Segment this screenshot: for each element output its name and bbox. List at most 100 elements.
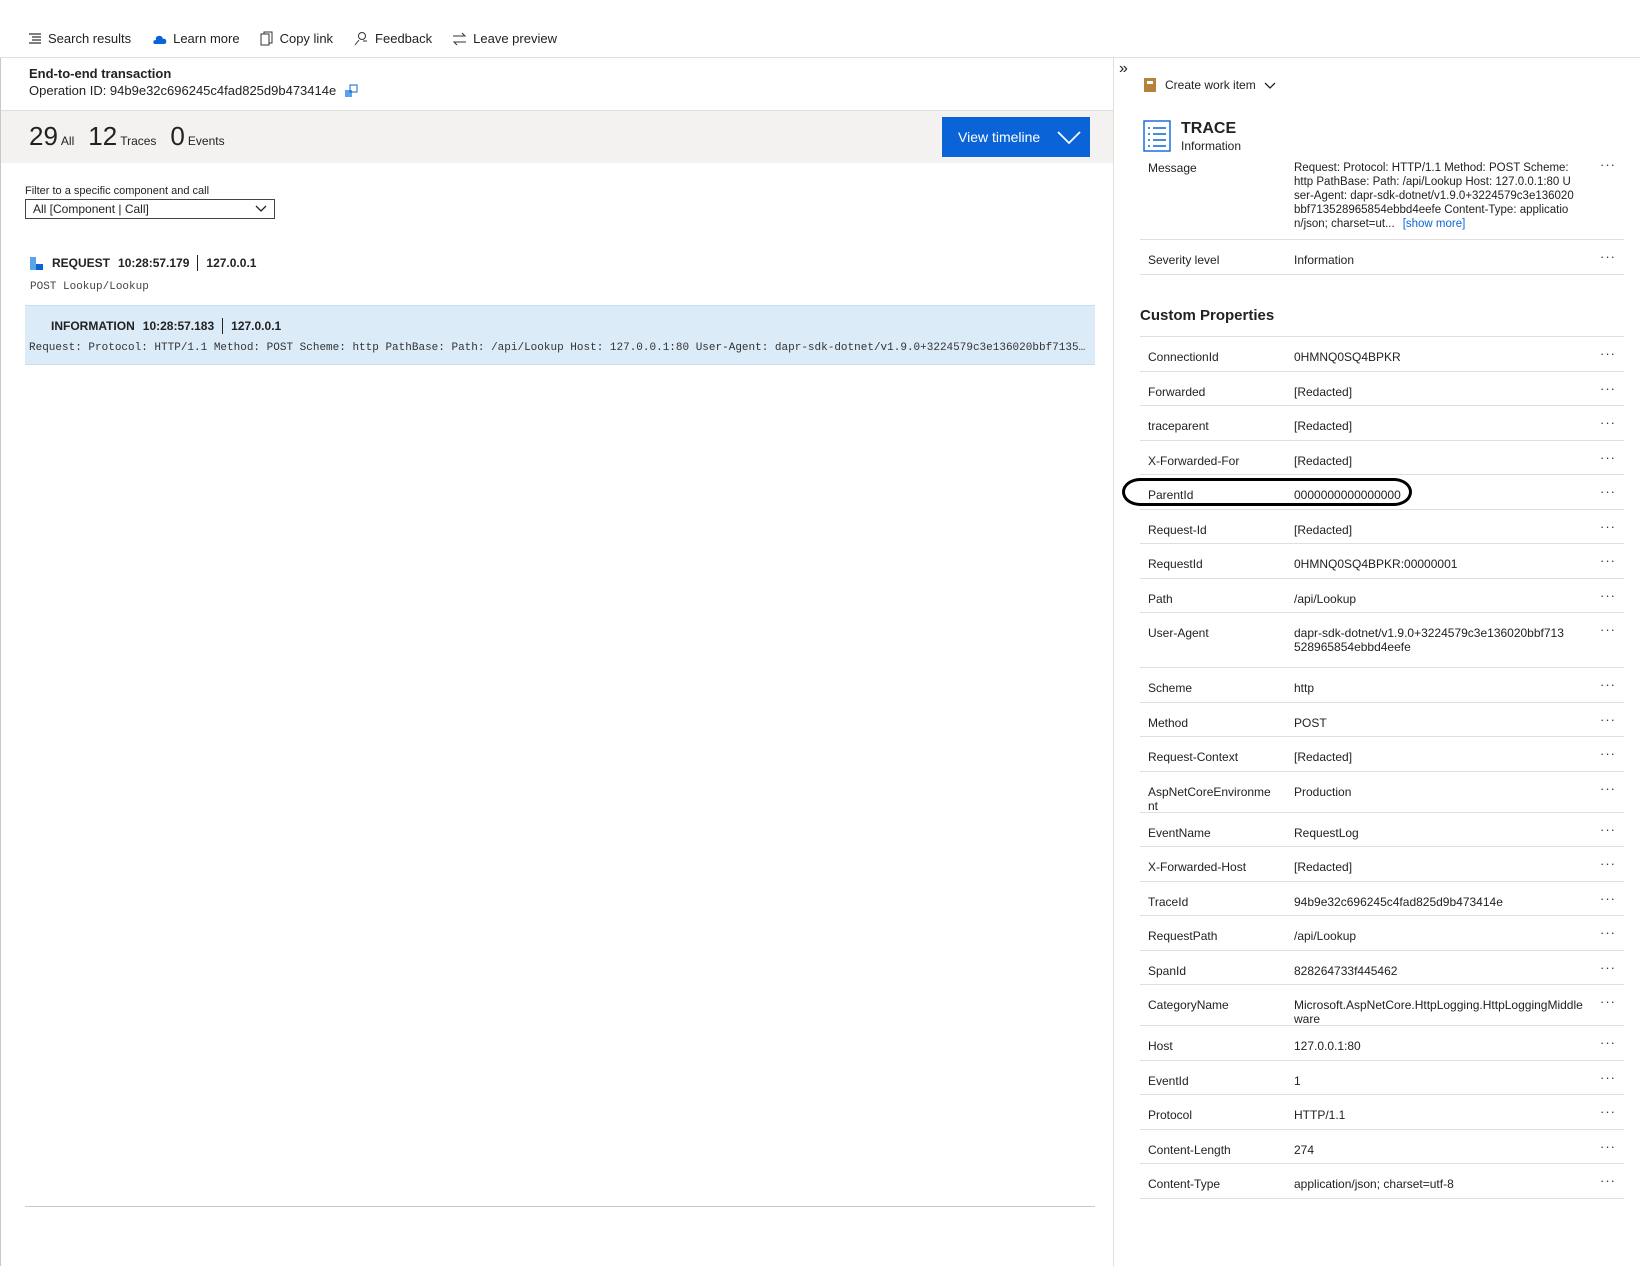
property-key: RequestId [1148, 557, 1203, 571]
property-value: RequestLog [1294, 825, 1359, 840]
command-bar: Search results Learn more Copy link Feed… [0, 0, 1640, 58]
property-key: Message [1148, 161, 1197, 175]
property-row: traceparent [Redacted] ··· [1140, 406, 1624, 441]
create-work-item-button[interactable]: Create work item [1143, 77, 1276, 93]
transaction-title: End-to-end transaction [29, 66, 172, 81]
show-more-link[interactable]: [show more] [1403, 218, 1466, 230]
chevron-down-icon [1264, 82, 1276, 89]
request-time: 10:28:57.179 [118, 256, 190, 270]
more-actions-button[interactable]: ··· [1600, 588, 1616, 603]
create-work-item-label: Create work item [1165, 78, 1256, 92]
request-ip: 127.0.0.1 [206, 256, 257, 270]
property-value: 0HMNQ0SQ4BPKR:00000001 [1294, 557, 1458, 571]
more-actions-button[interactable]: ··· [1600, 857, 1616, 871]
more-actions-button[interactable]: ··· [1600, 926, 1616, 940]
more-actions-button[interactable]: ··· [1600, 554, 1616, 568]
count-events[interactable]: 0 Events [170, 121, 224, 152]
more-actions-button[interactable]: ··· [1600, 995, 1616, 1009]
property-key: EventId [1148, 1073, 1189, 1088]
property-row: X-Forwarded-Host [Redacted] ··· [1140, 847, 1624, 882]
information-time: 10:28:57.183 [142, 319, 215, 333]
property-key: Content-Type [1148, 1177, 1221, 1191]
more-actions-button[interactable]: ··· [1600, 485, 1616, 499]
more-actions-button[interactable]: ··· [1600, 381, 1616, 396]
property-value: Production [1294, 784, 1352, 799]
property-row: Content-Type application/json; charset=ut… [1140, 1164, 1624, 1199]
property-key: Severity level [1148, 253, 1220, 267]
properties-list: Message Request: Protocol: HTTP/1.1 Meth… [1122, 158, 1624, 1199]
more-actions-button[interactable]: ··· [1600, 450, 1616, 465]
search-results-button[interactable]: Search results [28, 31, 131, 46]
more-actions-button[interactable]: ··· [1600, 781, 1616, 796]
property-value: POST [1294, 715, 1327, 730]
property-value: [Redacted] [1294, 419, 1353, 433]
property-key: traceparent [1148, 419, 1209, 433]
request-row[interactable]: REQUEST 10:28:57.179 127.0.0.1 [29, 255, 256, 271]
more-actions-button[interactable]: ··· [1600, 1139, 1616, 1154]
property-key: User-Agent [1148, 626, 1209, 640]
more-actions-button[interactable]: ··· [1600, 158, 1616, 172]
counts-bar: 29 All 12 Traces 0 Events View timeline [1, 111, 1113, 163]
property-row: ParentId 0000000000000000 ··· [1122, 475, 1624, 510]
copy-operation-id-icon[interactable] [344, 84, 360, 98]
more-actions-button[interactable]: ··· [1600, 1070, 1616, 1085]
property-row: EventName RequestLog ··· [1140, 813, 1624, 847]
more-actions-button[interactable]: ··· [1600, 347, 1616, 361]
property-row: Forwarded [Redacted] ··· [1140, 372, 1624, 406]
property-row-severity: Severity level Information ··· [1140, 240, 1624, 275]
count-all[interactable]: 29 All [29, 121, 74, 152]
more-actions-button[interactable]: ··· [1600, 250, 1616, 264]
information-row[interactable]: INFORMATION 10:28:57.183 127.0.0.1 Reque… [25, 305, 1095, 365]
more-actions-button[interactable]: ··· [1600, 678, 1616, 692]
request-type: REQUEST [52, 256, 111, 270]
property-key: AspNetCoreEnvironment [1148, 784, 1271, 813]
property-key: TraceId [1148, 894, 1189, 909]
view-timeline-label: View timeline [958, 129, 1041, 145]
property-key: Method [1148, 715, 1189, 730]
property-row: Protocol HTTP/1.1 ··· [1140, 1095, 1624, 1130]
more-actions-button[interactable]: ··· [1600, 747, 1616, 761]
chevron-down-icon [1057, 131, 1081, 145]
property-value: 0000000000000000 [1294, 488, 1401, 502]
property-key: EventName [1148, 825, 1211, 840]
property-key: RequestPath [1148, 929, 1218, 943]
property-key: Scheme [1148, 681, 1193, 695]
property-key: Request-Context [1148, 750, 1239, 764]
swap-icon [452, 32, 467, 45]
property-row: Scheme http ··· [1140, 668, 1624, 703]
property-row: Path/api/Lookup ··· [1140, 579, 1624, 613]
copy-link-button[interactable]: Copy link [260, 31, 333, 46]
more-actions-button[interactable]: ··· [1600, 1174, 1616, 1188]
property-row: Host 127.0.0.1:80 ··· [1140, 1026, 1624, 1061]
divider [222, 318, 224, 334]
more-actions-button[interactable]: ··· [1600, 416, 1616, 430]
property-key: SpanId [1148, 963, 1187, 978]
property-value: 0HMNQ0SQ4BPKR [1294, 350, 1401, 364]
more-actions-button[interactable]: ··· [1600, 1105, 1616, 1119]
more-actions-button[interactable]: ··· [1600, 712, 1616, 727]
more-actions-button[interactable]: ··· [1600, 960, 1616, 975]
more-actions-button[interactable]: ··· [1600, 1036, 1616, 1050]
component-filter-select[interactable]: All [Component | Call] [25, 199, 275, 219]
property-key: Forwarded [1148, 384, 1206, 399]
detail-panel: » Create work item TRACE Information Mes… [1114, 58, 1640, 1266]
information-ip: 127.0.0.1 [231, 319, 282, 333]
property-value: application/json; charset=utf-8 [1294, 1177, 1454, 1191]
more-actions-button[interactable]: ··· [1600, 822, 1616, 837]
property-key: X-Forwarded-Host [1148, 860, 1247, 874]
view-timeline-button[interactable]: View timeline [942, 117, 1090, 157]
leave-preview-button[interactable]: Leave preview [452, 31, 557, 46]
more-actions-button[interactable]: ··· [1600, 519, 1616, 534]
leave-preview-label: Leave preview [473, 31, 557, 46]
property-row: TraceId 94b9e32c696245c4fad825d9b473414e ·… [1140, 882, 1624, 916]
property-value: 828264733f445462 [1294, 963, 1398, 978]
learn-more-button[interactable]: Learn more [151, 31, 240, 46]
collapse-panel-button[interactable]: » [1119, 60, 1128, 78]
chevron-down-icon [255, 205, 267, 212]
learn-more-label: Learn more [173, 31, 240, 46]
count-traces[interactable]: 12 Traces [88, 121, 156, 152]
more-actions-button[interactable]: ··· [1600, 891, 1616, 906]
more-actions-button[interactable]: ··· [1600, 623, 1616, 637]
feedback-button[interactable]: Feedback [353, 31, 432, 46]
cloud-icon [153, 35, 167, 44]
